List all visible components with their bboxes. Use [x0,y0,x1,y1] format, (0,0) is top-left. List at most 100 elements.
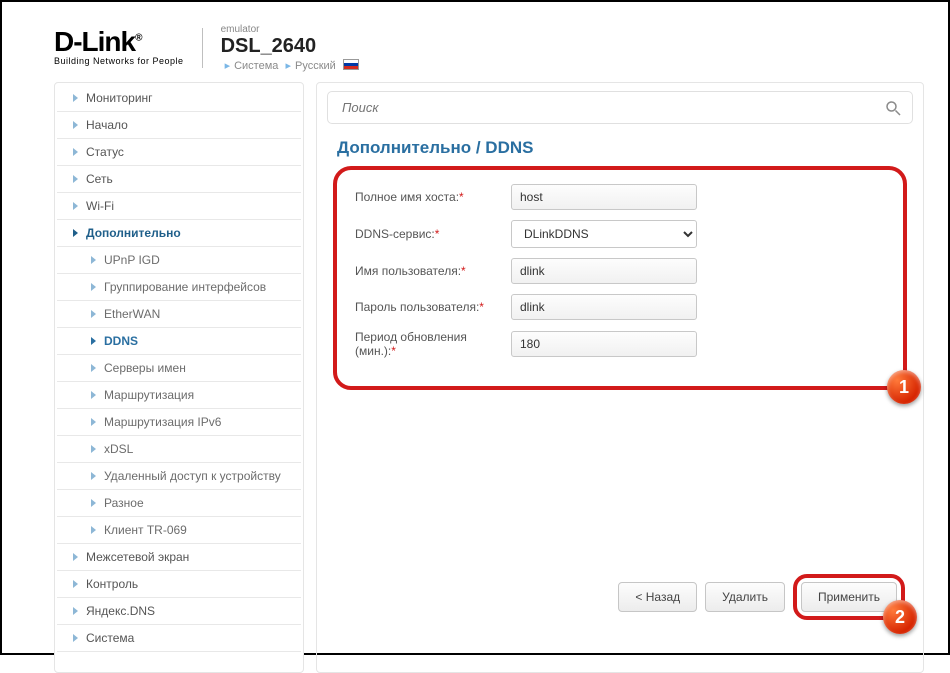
sidebar: Мониторинг Начало Статус Сеть Wi-Fi Допо… [54,82,304,673]
sidebar-item-label: Клиент TR-069 [104,523,187,537]
sidebar-item-label: xDSL [104,442,133,456]
crumb-language[interactable]: Русский [295,60,336,72]
sidebar-item-control[interactable]: Контроль [57,571,301,598]
username-label: Имя пользователя:* [355,264,511,278]
sidebar-item-label: Wi-Fi [86,199,114,213]
row-service: DDNS-сервис:* DLinkDDNS [355,220,885,248]
search-input[interactable] [327,91,913,124]
divider [202,28,203,68]
chevron-right-icon [91,283,96,291]
device-model: DSL_2640 [221,35,359,57]
brand-tagline: Building Networks for People [54,56,184,66]
annotation-badge-2: 2 [883,600,917,634]
chevron-right-icon [91,472,96,480]
chevron-right-icon [73,553,78,561]
chevron-right-icon [73,175,78,183]
sidebar-item-label: Маршрутизация [104,388,194,402]
sidebar-item-label: Удаленный доступ к устройству [104,469,281,483]
chevron-right-icon [91,337,96,345]
sidebar-item-label: Начало [86,118,128,132]
sidebar-sub-ddns[interactable]: DDNS [57,328,301,355]
chevron-right-icon [73,229,78,237]
chevron-right-icon [73,202,78,210]
sidebar-sub-remote-access[interactable]: Удаленный доступ к устройству [57,463,301,490]
sidebar-item-yandexdns[interactable]: Яндекс.DNS [57,598,301,625]
sidebar-sub-etherwan[interactable]: EtherWAN [57,301,301,328]
sidebar-item-label: Серверы имен [104,361,186,375]
sidebar-sub-grouping[interactable]: Группирование интерфейсов [57,274,301,301]
sidebar-item-label: Система [86,631,134,645]
chevron-right-icon [91,418,96,426]
chevron-right-icon [73,148,78,156]
sidebar-sub-upnp[interactable]: UPnP IGD [57,247,301,274]
main-panel: Дополнительно / DDNS Полное имя хоста:* … [316,82,924,673]
brand-name: D-Link® [54,30,184,54]
sidebar-item-label: Мониторинг [86,91,153,105]
back-button[interactable]: < Назад [618,582,697,612]
sidebar-item-label: DDNS [104,334,138,348]
chevron-right-icon [91,526,96,534]
sidebar-sub-nameservers[interactable]: Серверы имен [57,355,301,382]
sidebar-item-label: Дополнительно [86,226,181,240]
brand-logo: D-Link® Building Networks for People [54,30,184,66]
chevron-right-icon [91,310,96,318]
sidebar-item-system[interactable]: Система [57,625,301,652]
chevron-right-icon: ▸ [281,60,295,72]
service-label: DDNS-сервис:* [355,227,511,241]
sidebar-item-label: Контроль [86,577,138,591]
russian-flag-icon[interactable] [343,59,359,70]
header: D-Link® Building Networks for People emu… [2,2,948,82]
emulator-label: emulator [221,24,359,35]
sidebar-item-label: Межсетевой экран [86,550,189,564]
sidebar-sub-routing[interactable]: Маршрутизация [57,382,301,409]
sidebar-sub-xdsl[interactable]: xDSL [57,436,301,463]
sidebar-item-firewall[interactable]: Межсетевой экран [57,544,301,571]
sidebar-sub-tr069[interactable]: Клиент TR-069 [57,517,301,544]
password-label: Пароль пользователя:* [355,300,511,314]
row-password: Пароль пользователя:* [355,294,885,320]
service-select[interactable]: DLinkDDNS [511,220,697,248]
search-icon[interactable] [885,100,901,116]
crumb-system[interactable]: Система [234,60,278,72]
period-input[interactable] [511,331,697,357]
sidebar-item-label: Группирование интерфейсов [104,280,266,294]
chevron-right-icon [73,94,78,102]
sidebar-sub-misc[interactable]: Разное [57,490,301,517]
sidebar-item-label: Разное [104,496,144,510]
chevron-right-icon [91,256,96,264]
chevron-right-icon [73,634,78,642]
breadcrumb: ▸Система ▸Русский [221,59,359,72]
delete-button[interactable]: Удалить [705,582,785,612]
sidebar-item-label: Яндекс.DNS [86,604,155,618]
chevron-right-icon [73,607,78,615]
search-box [327,91,913,124]
row-username: Имя пользователя:* [355,258,885,284]
sidebar-item-wifi[interactable]: Wi-Fi [57,193,301,220]
chevron-right-icon: ▸ [221,60,235,72]
sidebar-item-label: EtherWAN [104,307,160,321]
chevron-right-icon [91,364,96,372]
sidebar-item-status[interactable]: Статус [57,139,301,166]
chevron-right-icon [91,391,96,399]
password-input[interactable] [511,294,697,320]
apply-highlight: Применить 2 [793,574,905,620]
row-period: Период обновления (мин.):* [355,330,885,358]
hostname-label: Полное имя хоста:* [355,190,511,204]
sidebar-sub-routing-ipv6[interactable]: Маршрутизация IPv6 [57,409,301,436]
ddns-form-highlight: Полное имя хоста:* DDNS-сервис:* DLinkDD… [333,166,907,390]
sidebar-item-monitoring[interactable]: Мониторинг [57,85,301,112]
chevron-right-icon [91,499,96,507]
apply-button[interactable]: Применить [801,582,897,612]
sidebar-item-network[interactable]: Сеть [57,166,301,193]
sidebar-item-advanced[interactable]: Дополнительно [57,220,301,247]
sidebar-item-label: Сеть [86,172,113,186]
chevron-right-icon [73,580,78,588]
annotation-badge-1: 1 [887,370,921,404]
username-input[interactable] [511,258,697,284]
hostname-input[interactable] [511,184,697,210]
chevron-right-icon [91,445,96,453]
sidebar-item-start[interactable]: Начало [57,112,301,139]
page-title: Дополнительно / DDNS [317,124,923,166]
row-hostname: Полное имя хоста:* [355,184,885,210]
sidebar-item-label: UPnP IGD [104,253,160,267]
